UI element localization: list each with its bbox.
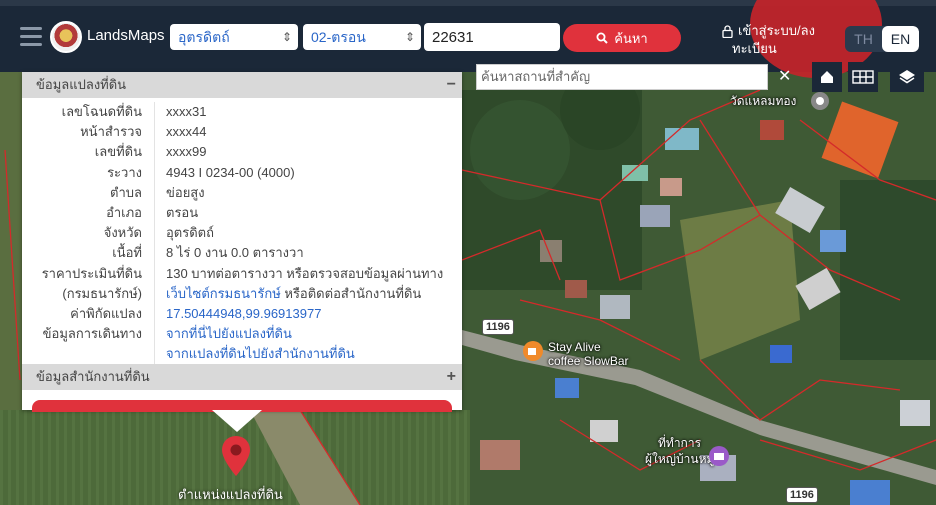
parcel-info-panel: ข้อมูลแปลงที่ดิน − เลขโฉนดที่ดิน xxxx31 … xyxy=(22,72,462,412)
land-office-title: ข้อมูลสำนักงานที่ดิน xyxy=(36,369,150,384)
land-office-header[interactable]: ข้อมูลสำนักงานที่ดิน + xyxy=(22,364,462,390)
directions-to-parcel-link[interactable]: จากที่นี่ไปยังแปลงที่ดิน xyxy=(154,324,462,345)
pin-label: ตำแหน่งแปลงที่ดิน xyxy=(178,487,283,502)
info-label: ราคาประเมินที่ดิน xyxy=(41,265,142,281)
chevron-updown-icon: ⇕ xyxy=(404,30,415,44)
map-label-cafe-line1[interactable]: Stay Alive xyxy=(548,340,601,354)
treasury-website-link[interactable]: เว็บไซต์กรมธนารักษ์ xyxy=(166,286,281,301)
info-row-deed-number: เลขโฉนดที่ดิน xxxx31 xyxy=(22,102,462,123)
info-value-rest: หรือติดต่อสำนักงานที่ดิน xyxy=(280,285,422,301)
info-row-map-sheet: ระวาง 4943 I 0234-00 (4000) xyxy=(22,162,462,183)
info-label: ค่าพิกัดแปลง xyxy=(70,306,142,322)
layers-icon[interactable] xyxy=(890,62,924,92)
info-row-district: อำเภอ ตรอน xyxy=(22,203,462,224)
government-office-icon[interactable] xyxy=(708,445,730,467)
map-pin-icon[interactable] xyxy=(220,435,252,477)
province-select[interactable]: อุตรดิตถ์ ⇕ xyxy=(170,24,298,50)
info-label: หน้าสำรวจ xyxy=(80,124,142,140)
parcel-info-header[interactable]: ข้อมูลแปลงที่ดิน − xyxy=(22,72,462,98)
login-text-line2: ทะเบียน xyxy=(732,41,777,56)
directions-to-office-link[interactable]: จากแปลงที่ดินไปยังสำนักงานที่ดิน xyxy=(154,344,462,365)
info-label: (กรมธนารักษ์) xyxy=(62,285,142,301)
info-value: อุตรดิตถ์ xyxy=(154,223,462,244)
lang-th-option[interactable]: TH xyxy=(845,26,882,52)
info-row-area: เนื้อที่ 8 ไร่ 0 งาน 0.0 ตารางวา xyxy=(22,243,462,264)
grid-icon[interactable] xyxy=(848,62,878,92)
district-select-value: 02-ตรอน xyxy=(311,29,366,45)
road-number-badge: 1196 xyxy=(482,319,514,335)
info-label: เนื้อที่ xyxy=(112,245,142,261)
map-label-office-line1[interactable]: ที่ทำการ xyxy=(658,436,701,450)
search-button[interactable]: ค้นหา xyxy=(563,24,681,52)
info-value: 8 ไร่ 0 งาน 0.0 ตารางวา xyxy=(154,243,462,264)
panel-pointer xyxy=(212,410,262,432)
map-label-temple[interactable]: วัดแหลมทอง xyxy=(730,94,796,108)
lock-icon xyxy=(722,24,733,38)
temple-icon[interactable] xyxy=(810,91,830,111)
info-value: เว็บไซต์กรมธนารักษ์ หรือติดต่อสำนักงานที… xyxy=(154,283,462,305)
department-seal-logo[interactable] xyxy=(50,21,82,53)
info-label: จังหวัด xyxy=(103,225,142,241)
info-value: ข่อยสูง xyxy=(154,182,462,204)
info-label: ระวาง xyxy=(107,164,142,180)
login-text-line1: เข้าสู่ระบบ/ลง xyxy=(738,23,815,38)
info-label: ข้อมูลการเดินทาง xyxy=(42,326,142,342)
brand-name[interactable]: LandsMaps xyxy=(87,27,165,44)
info-value: xxxx31 xyxy=(154,102,462,123)
info-row-subdistrict: ตำบล ข่อยสูง xyxy=(22,182,462,204)
info-label: เลขที่ดิน xyxy=(94,144,142,160)
district-select[interactable]: 02-ตรอน ⇕ xyxy=(303,24,421,50)
close-icon[interactable]: ✕ xyxy=(778,64,791,88)
info-value: xxxx99 xyxy=(154,142,462,163)
home-icon[interactable] xyxy=(812,62,842,92)
language-toggle[interactable]: TH EN xyxy=(845,26,919,52)
parcel-info-rows: เลขโฉนดที่ดิน xxxx31 หน้าสำรวจ xxxx44 เล… xyxy=(22,98,462,365)
info-value: ตรอน xyxy=(154,203,462,224)
info-row-directions: ข้อมูลการเดินทาง จากที่นี่ไปยังแปลงที่ดิ… xyxy=(22,324,462,345)
info-label: ตำบล xyxy=(110,184,142,200)
menu-icon[interactable] xyxy=(20,27,42,46)
info-row-land-number: เลขที่ดิน xxxx99 xyxy=(22,142,462,163)
collapse-icon[interactable]: − xyxy=(447,72,456,98)
info-row-province: จังหวัด อุตรดิตถ์ xyxy=(22,223,462,244)
expand-icon[interactable]: + xyxy=(447,364,456,390)
info-label: เลขโฉนดที่ดิน xyxy=(61,104,142,119)
info-row-appraisal-price: ราคาประเมินที่ดิน 130 บาทต่อตารางวา หรือ… xyxy=(22,263,462,284)
lang-en-option[interactable]: EN xyxy=(882,26,919,52)
info-row-survey-page: หน้าสำรวจ xxxx44 xyxy=(22,122,462,143)
info-row-coordinates: ค่าพิกัดแปลง 17.50444948,99.96913977 xyxy=(22,304,462,325)
info-value: 130 บาทต่อตารางวา หรือตรวจสอบข้อมูลผ่านท… xyxy=(154,263,462,284)
province-select-value: อุตรดิตถ์ xyxy=(178,29,230,45)
search-icon xyxy=(596,32,608,44)
info-value: xxxx44 xyxy=(154,122,462,143)
search-button-label: ค้นหา xyxy=(614,30,648,46)
info-label xyxy=(22,344,154,364)
info-row-directions-office: จากแปลงที่ดินไปยังสำนักงานที่ดิน xyxy=(22,344,462,365)
parcel-number-input[interactable] xyxy=(424,23,560,51)
road-number-badge: 1196 xyxy=(786,487,818,503)
chevron-updown-icon: ⇕ xyxy=(281,30,292,44)
info-label: อำเภอ xyxy=(106,205,142,221)
login-register-link[interactable]: เข้าสู่ระบบ/ลง ทะเบียน xyxy=(722,22,815,58)
map-label-cafe-line2[interactable]: coffee SlowBar xyxy=(548,354,629,368)
place-search-input[interactable]: ค้นหาสถานที่สำคัญ xyxy=(476,64,768,90)
cafe-icon[interactable] xyxy=(522,340,544,362)
top-header: LandsMaps อุตรดิตถ์ ⇕ 02-ตรอน ⇕ ค้นหา เข… xyxy=(0,0,936,78)
parcel-info-title: ข้อมูลแปลงที่ดิน xyxy=(36,77,127,92)
info-row-treasury: (กรมธนารักษ์) เว็บไซต์กรมธนารักษ์ หรือติ… xyxy=(22,283,462,305)
info-value: 4943 I 0234-00 (4000) xyxy=(154,162,462,183)
coordinates-link[interactable]: 17.50444948,99.96913977 xyxy=(154,304,462,325)
